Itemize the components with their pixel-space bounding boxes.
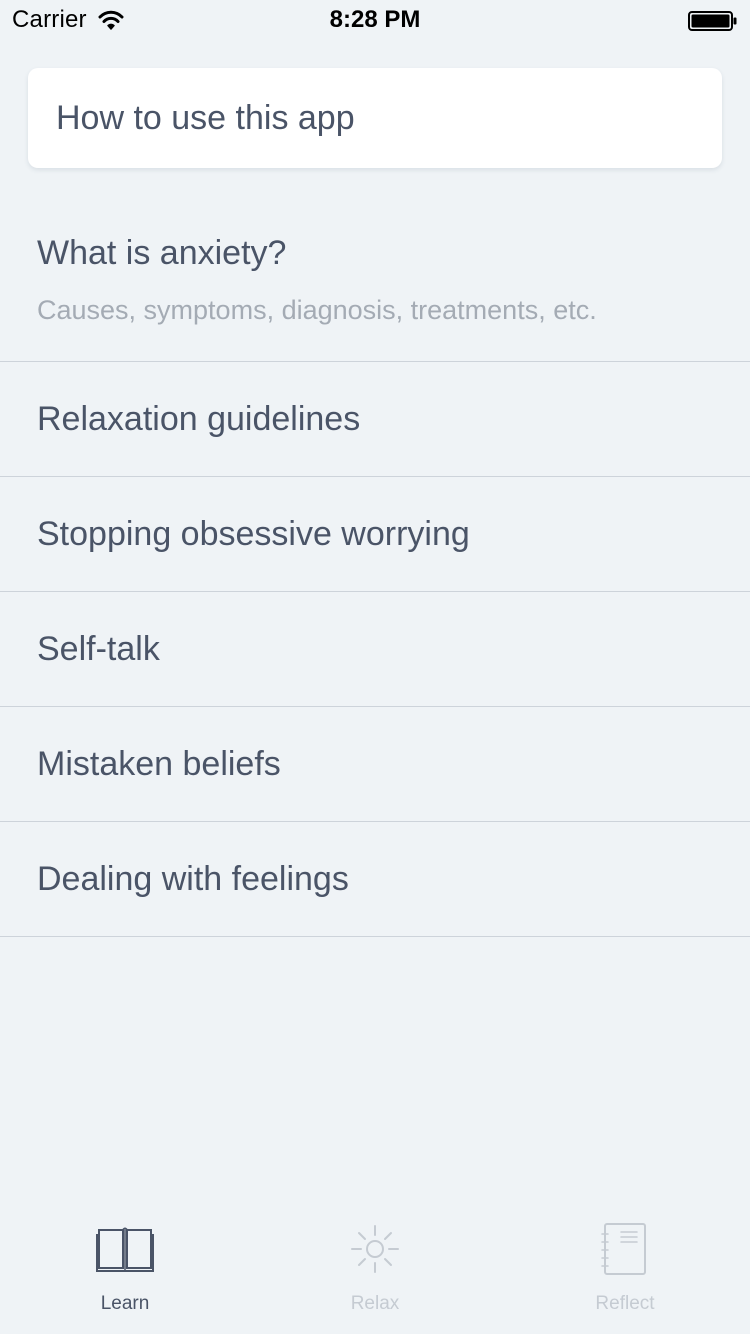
tab-learn[interactable]: Learn — [0, 1208, 250, 1334]
how-to-use-label: How to use this app — [56, 98, 355, 137]
tab-relax[interactable]: Relax — [250, 1208, 500, 1334]
topic-title: Mistaken beliefs — [37, 744, 281, 783]
sun-icon — [351, 1225, 399, 1273]
topic-row-self-talk[interactable]: Self-talk — [0, 592, 750, 707]
topic-title: Relaxation guidelines — [37, 399, 361, 438]
tab-label: Relax — [350, 1293, 400, 1314]
topic-row-stopping-obsessive-worrying[interactable]: Stopping obsessive worrying — [0, 477, 750, 592]
status-bar: Carrier 8:28 PM — [0, 0, 750, 40]
topic-title: Self-talk — [37, 629, 160, 668]
tab-reflect[interactable]: Reflect — [500, 1208, 750, 1334]
topic-row-relaxation-guidelines[interactable]: Relaxation guidelines — [0, 362, 750, 477]
tab-label: Learn — [100, 1293, 150, 1314]
topic-list: What is anxiety? Causes, symptoms, diagn… — [0, 198, 750, 937]
status-time: 8:28 PM — [329, 6, 421, 33]
topic-title: What is anxiety? — [37, 234, 287, 272]
topic-title: Dealing with feelings — [37, 859, 349, 898]
topic-row-what-is-anxiety[interactable]: What is anxiety? Causes, symptoms, diagn… — [0, 198, 750, 362]
how-to-use-card[interactable]: How to use this app — [28, 68, 722, 168]
tab-label: Reflect — [595, 1293, 655, 1314]
topic-row-mistaken-beliefs[interactable]: Mistaken beliefs — [0, 707, 750, 822]
battery-full-icon — [688, 11, 737, 31]
notebook-icon — [601, 1223, 646, 1275]
book-icon — [96, 1227, 154, 1272]
topic-subtitle: Causes, symptoms, diagnosis, treatments,… — [37, 295, 597, 325]
tab-bar: Learn Relax Reflect — [0, 1208, 750, 1334]
topic-title: Stopping obsessive worrying — [37, 514, 470, 553]
topic-row-dealing-with-feelings[interactable]: Dealing with feelings — [0, 822, 750, 937]
